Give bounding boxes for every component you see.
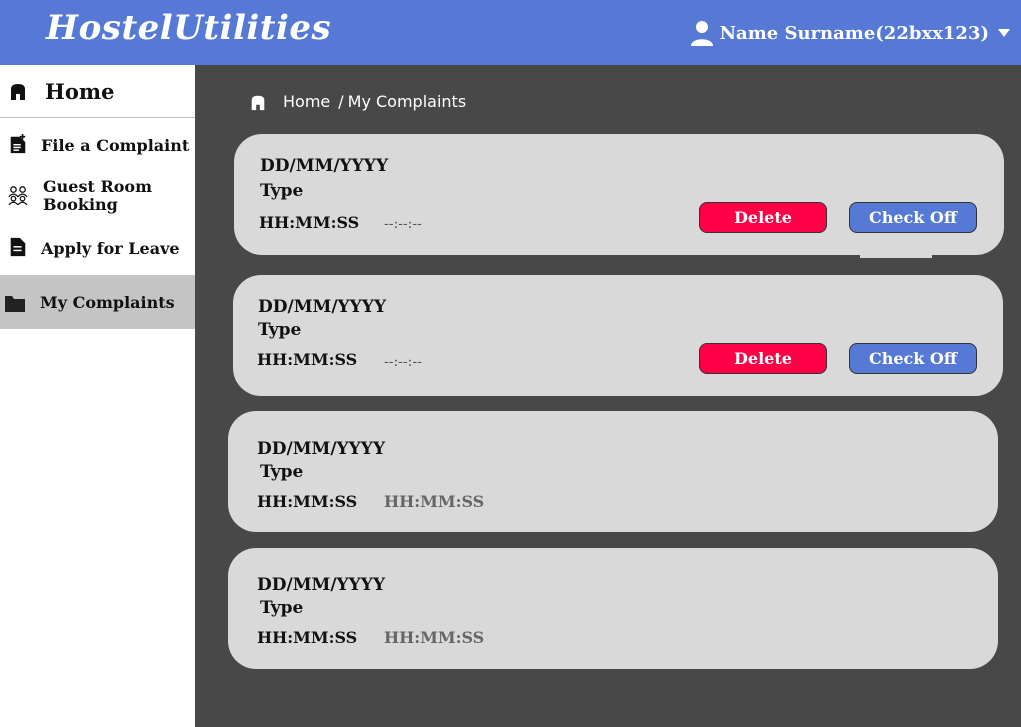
breadcrumb-home[interactable]: Home [283,92,330,111]
card-notch [860,252,932,258]
delete-button[interactable]: Delete [699,343,827,374]
sidebar-item-guest-room-booking[interactable]: Guest Room Booking [0,175,195,217]
complaint-card: DD/MM/YYYY Type HH:MM:SS --:--:-- Delete… [233,275,1003,396]
complaint-type: Type [260,181,304,201]
complaint-card: DD/MM/YYYY Type HH:MM:SS HH:MM:SS [228,548,998,669]
file-add-icon [10,134,26,154]
complaint-date: DD/MM/YYYY [258,297,387,317]
delete-button[interactable]: Delete [699,202,827,233]
complaint-date: DD/MM/YYYY [257,439,386,459]
complaint-card: DD/MM/YYYY Type HH:MM:SS HH:MM:SS [228,411,998,532]
user-menu[interactable]: Name Surname(22bxx123) [690,19,1011,47]
check-off-button[interactable]: Check Off [849,343,977,374]
resolved-time: --:--:-- [384,354,422,370]
complaint-type: Type [260,462,304,482]
folder-icon [5,296,25,312]
complaint-type: Type [260,598,304,618]
sidebar-item-label: File a Complaint [41,135,190,155]
sidebar-item-my-complaints[interactable]: My Complaints [0,275,195,329]
sidebar-item-apply-leave[interactable]: Apply for Leave [0,230,195,266]
complaint-time: HH:MM:SS [259,213,360,232]
document-icon [10,237,26,257]
sidebar-item-label: Home [45,78,115,104]
sidebar-item-label: My Complaints [40,292,175,312]
breadcrumb: Home / My Complaints [249,92,466,111]
chevron-down-icon[interactable] [997,28,1011,38]
breadcrumb-current: My Complaints [347,92,467,111]
sidebar-item-label: Guest Room Booking [43,177,153,214]
resolved-time: HH:MM:SS [384,492,485,511]
complaint-type: Type [258,320,302,340]
complaint-card: DD/MM/YYYY Type HH:MM:SS --:--:-- Delete… [234,134,1004,255]
check-off-button[interactable]: Check Off [849,202,977,233]
complaint-time: HH:MM:SS [257,350,358,369]
sidebar-item-label: Apply for Leave [41,238,180,258]
complaint-date: DD/MM/YYYY [260,156,389,176]
top-bar: HostelUtilities Name Surname(22bxx123) [0,0,1021,65]
complaint-date: DD/MM/YYYY [257,575,386,595]
user-name: Name Surname(22bxx123) [719,22,989,44]
home-icon [11,84,25,100]
app-logo[interactable]: HostelUtilities [46,8,331,48]
breadcrumb-separator: / [338,92,344,111]
sidebar: Home File a Complaint Guest Room Booking [0,65,195,727]
complaint-time: HH:MM:SS [257,492,358,511]
sidebar-item-file-complaint[interactable]: File a Complaint [0,127,195,163]
sidebar-item-home[interactable]: Home [0,65,195,118]
people-icon [8,186,28,205]
resolved-time: HH:MM:SS [384,628,485,647]
user-icon [690,21,713,46]
resolved-time: --:--:-- [384,216,422,232]
complaint-time: HH:MM:SS [257,628,358,647]
home-icon[interactable] [249,93,267,111]
